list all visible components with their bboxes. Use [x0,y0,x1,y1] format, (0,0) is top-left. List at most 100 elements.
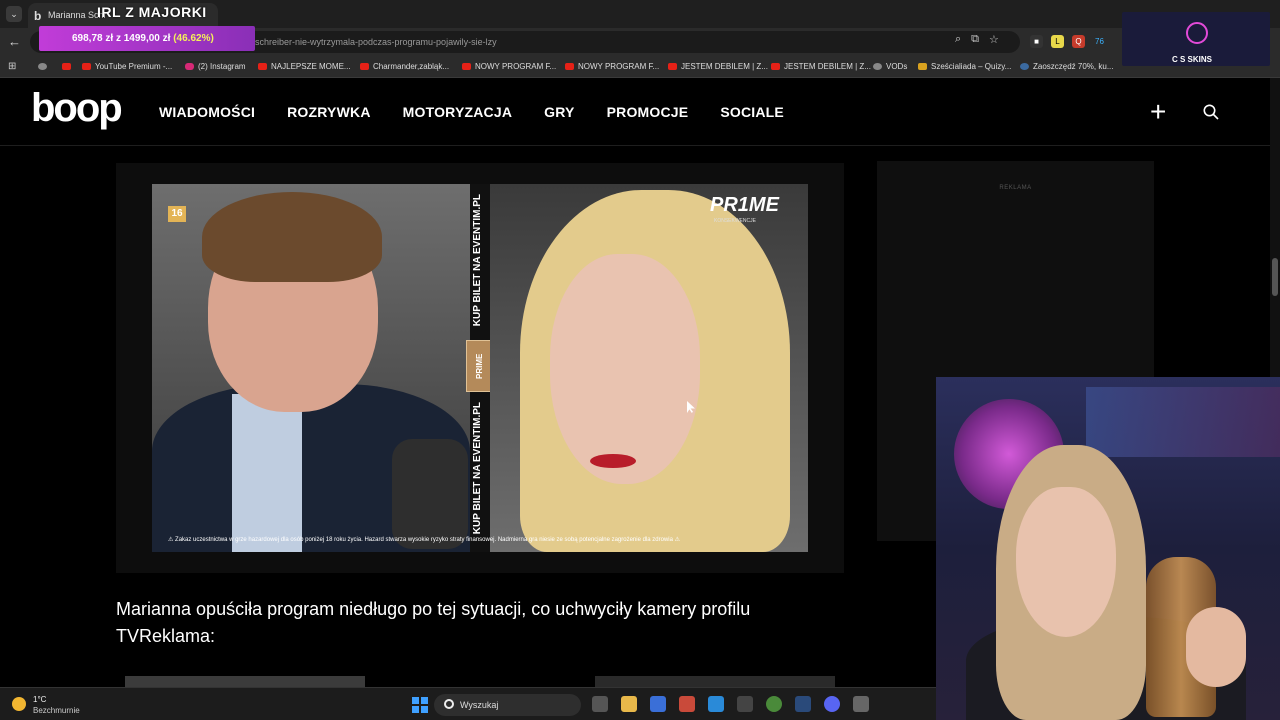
webcam-hand [1186,607,1246,687]
scrollbar-thumb[interactable] [1272,258,1278,296]
video-scene-left [152,184,470,552]
weather-temperature[interactable]: 1°C [33,695,46,704]
donation-goal-bar: 698,78 zł z 1499,00 zł (46.62%) [39,26,255,51]
video-scene-right [490,184,808,552]
nav-item-gry[interactable]: GRY [544,104,574,120]
bookmark-item[interactable]: NOWY PROGRAM F... [565,62,659,71]
ticket-banner: KUP BILET NA EVENTIM.PL PRIME KUP BILET … [466,184,494,552]
stream-overlay-title: IRL Z MAJORKI [97,4,207,20]
install-app-icon[interactable]: ⧉ [971,33,979,46]
bookmark-item[interactable]: Sześcialiada – Quizy... [918,62,1011,71]
bookmark-item[interactable]: (2) Instagram [185,62,246,71]
bookmark-item[interactable]: NAJLEPSZE MOME... [258,62,351,71]
prime-logo: PR1ME [710,194,779,216]
skins-logo-icon [1186,22,1208,44]
bookmark-item[interactable]: YouTube Premium -... [82,62,172,71]
nav-item-promocje[interactable]: PROMOCJE [607,104,689,120]
quiz-icon [918,63,927,70]
search-icon[interactable] [1203,104,1219,120]
bookmark-item[interactable]: Zaoszczędź 70%, ku... [1020,62,1113,71]
steam-icon[interactable] [795,696,811,712]
url-text: schreiber-nie-wytrzymala-podczas-program… [255,37,497,47]
nav-item-rozrywka[interactable]: ROZRYWKA [287,104,371,120]
donation-goal: 1499,00 zł [123,33,171,44]
site-header: boop WIADOMOŚCI ROZRYWKA MOTORYZACJA GRY… [0,78,1280,146]
youtube-icon [771,63,780,70]
microphone [392,439,468,549]
youtube-icon [668,63,677,70]
nav-item-wiadomosci[interactable]: WIADOMOŚCI [159,104,255,120]
video-frame: KUP BILET NA EVENTIM.PL PRIME KUP BILET … [152,184,808,552]
skins-label: C S SKINS [1172,55,1213,64]
discord-icon[interactable] [824,696,840,712]
webcam-streamer-face [1016,487,1116,637]
back-arrow-icon[interactable]: ← [8,34,21,49]
woman-lips [590,454,636,468]
banner-text-bottom: KUP BILET NA EVENTIM.PL [472,402,483,535]
zoom-icon[interactable]: ⌕ [955,33,961,46]
bookmark-item[interactable]: JESTEM DEBILEM | Z... [668,62,768,71]
app-icon[interactable] [853,696,869,712]
windows-taskbar: 1°C Bezchmurnie Wyszukaj [0,687,936,720]
site-logo[interactable]: boop [31,86,123,131]
donation-percent: (46.62%) [173,33,214,44]
app-icon[interactable] [679,696,695,712]
search-icon [444,699,454,709]
youtube-icon [360,63,369,70]
weather-description[interactable]: Bezchmurnie [33,706,80,715]
article-paragraph: Marianna opuściła program niedługo po te… [116,599,751,646]
youtube-icon [82,63,91,70]
bookmark-item[interactable]: Charmander,zabląk... [360,62,449,71]
streamer-webcam [936,377,1280,720]
bookmark-item[interactable]: VODs [873,62,907,71]
task-view-icon[interactable] [592,696,608,712]
instagram-icon [185,63,194,70]
man-hair [202,192,382,282]
extension-icon[interactable]: Q [1072,35,1085,48]
embedded-video[interactable]: KUP BILET NA EVENTIM.PL PRIME KUP BILET … [116,163,844,573]
skins-sponsor-widget: C S SKINS [1122,12,1270,66]
gambling-warning: ⚠ Zakaz uczestnictwa w grze hazardowej d… [168,537,681,543]
extension-icon[interactable]: 76 [1093,35,1106,48]
ad-label: REKLAMA [999,185,1032,191]
donation-amount: 698,78 zł [72,33,114,44]
taskbar-apps [592,696,869,712]
prime-subtitle: KONSEKWENCJE [714,218,756,224]
app-icon[interactable] [737,696,753,712]
youtube-icon [258,63,267,70]
main-nav: WIADOMOŚCI ROZRYWKA MOTORYZACJA GRY PROM… [159,104,784,120]
youtube-icon [565,63,574,70]
bookmark-item[interactable]: JESTEM DEBILEM | Z... [771,62,871,71]
windows-start-icon[interactable] [412,697,428,713]
youtube-icon [462,63,471,70]
extension-icon[interactable]: L [1051,35,1064,48]
browser-tab-bar: ⌄ b Marianna Schr IRL Z MAJORKI [0,0,1280,28]
chrome-icon[interactable] [766,696,782,712]
woman-face [550,254,700,484]
bookmark-favicon-icon[interactable] [38,62,51,71]
boop-favicon-icon: b [34,9,42,23]
store-icon[interactable] [650,696,666,712]
app-icon[interactable] [708,696,724,712]
weather-moon-icon[interactable] [12,697,26,711]
nav-item-motoryzacja[interactable]: MOTORYZACJA [403,104,513,120]
bookmark-item[interactable]: NOWY PROGRAM F... [462,62,556,71]
age-rating-badge: 16 [168,206,186,222]
tab-list-chevron-icon[interactable]: ⌄ [6,6,22,22]
bookmark-item[interactable] [62,62,75,71]
taskbar-search-placeholder: Wyszukaj [460,700,499,710]
plus-icon[interactable]: + [1150,96,1166,128]
banner-text-top: KUP BILET NA EVENTIM.PL [472,194,483,327]
apps-grid-icon[interactable]: ⊞ [8,61,16,72]
bookmark-star-icon[interactable]: ☆ [989,33,999,46]
donation-separator: z [115,33,121,44]
extension-icon[interactable]: ■ [1030,35,1043,48]
webcam-background [1086,387,1280,457]
bookmarks-bar: ⊞ YouTube Premium -... (2) Instagram NAJ… [0,56,1280,78]
nav-item-sociale[interactable]: SOCIALE [720,104,784,120]
donation-goal-text: 698,78 zł z 1499,00 zł (46.62%) [72,33,214,44]
taskbar-search[interactable]: Wyszukaj [434,694,581,716]
globe-icon [873,63,882,70]
file-explorer-icon[interactable] [621,696,637,712]
screen: ⌄ b Marianna Schr IRL Z MAJORKI ← schrei… [0,0,1280,720]
